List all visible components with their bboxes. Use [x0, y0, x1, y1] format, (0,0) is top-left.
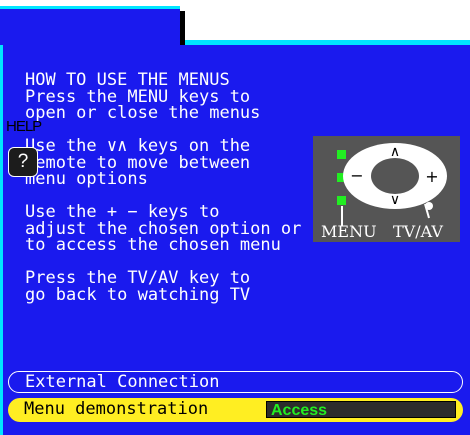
- help-line: open or close the menus: [25, 103, 261, 123]
- help-line: to access the chosen menu: [25, 235, 281, 255]
- tvav-dot-icon: [425, 202, 433, 210]
- help-icon[interactable]: ?: [8, 147, 38, 177]
- help-text: HOW TO USE THE MENUS Press the MENU keys…: [25, 72, 301, 305]
- menu-item-menu-demonstration[interactable]: Menu demonstration Access: [8, 398, 463, 422]
- menu-item-label: External Connection: [25, 372, 220, 392]
- menu-item-label: Menu demonstration: [24, 399, 209, 419]
- up-arrow-icon: ∧: [390, 144, 400, 160]
- remote-diagram: ∧ ∨ − + MENU TV/AV: [313, 136, 460, 242]
- plus-icon: +: [425, 167, 438, 186]
- option-value: Access: [271, 402, 328, 419]
- dpad-center-icon: [371, 158, 419, 194]
- help-line: menu options: [25, 169, 148, 189]
- tvav-key-label: TV/AV: [393, 222, 443, 241]
- help-label: HELP: [6, 118, 42, 135]
- menu-key-label: MENU: [321, 222, 377, 241]
- option-value-box[interactable]: Access: [266, 401, 456, 419]
- minus-icon: −: [350, 166, 363, 185]
- help-line: go back to watching TV: [25, 284, 251, 305]
- down-arrow-icon: ∨: [390, 192, 400, 208]
- menu-item-external-connection[interactable]: External Connection: [8, 371, 463, 393]
